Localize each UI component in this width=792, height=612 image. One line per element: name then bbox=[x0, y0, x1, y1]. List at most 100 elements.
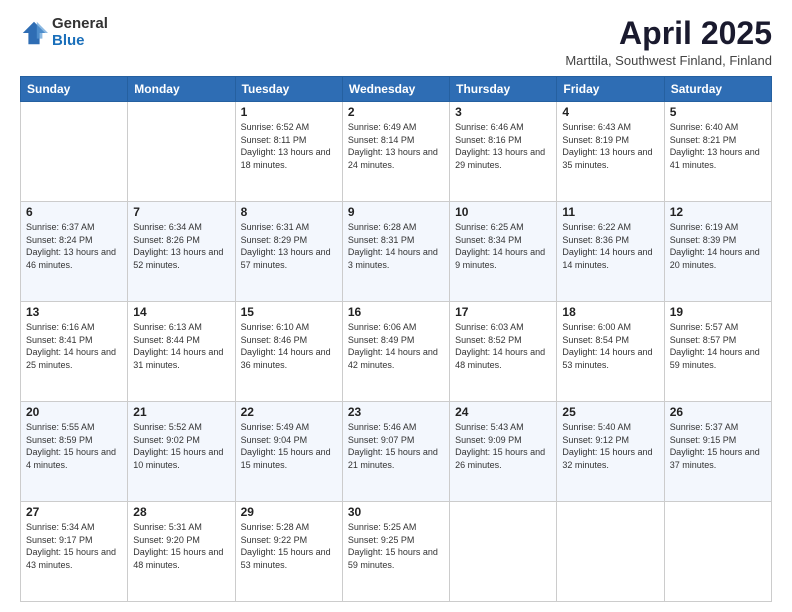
day-number: 7 bbox=[133, 205, 229, 219]
header: General Blue April 2025 Marttila, Southw… bbox=[20, 16, 772, 68]
table-row: 25 Sunrise: 5:40 AMSunset: 9:12 PMDaylig… bbox=[557, 402, 664, 502]
week-row-3: 13 Sunrise: 6:16 AMSunset: 8:41 PMDaylig… bbox=[21, 302, 772, 402]
table-row: 21 Sunrise: 5:52 AMSunset: 9:02 PMDaylig… bbox=[128, 402, 235, 502]
day-number: 20 bbox=[26, 405, 122, 419]
table-row: 28 Sunrise: 5:31 AMSunset: 9:20 PMDaylig… bbox=[128, 502, 235, 602]
table-row: 2 Sunrise: 6:49 AMSunset: 8:14 PMDayligh… bbox=[342, 102, 449, 202]
cell-info: Sunrise: 5:25 AMSunset: 9:25 PMDaylight:… bbox=[348, 522, 438, 570]
cell-info: Sunrise: 6:31 AMSunset: 8:29 PMDaylight:… bbox=[241, 222, 331, 270]
table-row: 12 Sunrise: 6:19 AMSunset: 8:39 PMDaylig… bbox=[664, 202, 771, 302]
cell-info: Sunrise: 5:34 AMSunset: 9:17 PMDaylight:… bbox=[26, 522, 116, 570]
week-row-4: 20 Sunrise: 5:55 AMSunset: 8:59 PMDaylig… bbox=[21, 402, 772, 502]
cell-info: Sunrise: 6:03 AMSunset: 8:52 PMDaylight:… bbox=[455, 322, 545, 370]
cell-info: Sunrise: 6:37 AMSunset: 8:24 PMDaylight:… bbox=[26, 222, 116, 270]
cell-info: Sunrise: 5:49 AMSunset: 9:04 PMDaylight:… bbox=[241, 422, 331, 470]
table-row bbox=[664, 502, 771, 602]
cell-info: Sunrise: 5:28 AMSunset: 9:22 PMDaylight:… bbox=[241, 522, 331, 570]
day-number: 1 bbox=[241, 105, 337, 119]
cell-info: Sunrise: 5:46 AMSunset: 9:07 PMDaylight:… bbox=[348, 422, 438, 470]
cell-info: Sunrise: 6:13 AMSunset: 8:44 PMDaylight:… bbox=[133, 322, 223, 370]
cell-info: Sunrise: 6:22 AMSunset: 8:36 PMDaylight:… bbox=[562, 222, 652, 270]
table-row: 18 Sunrise: 6:00 AMSunset: 8:54 PMDaylig… bbox=[557, 302, 664, 402]
table-row: 6 Sunrise: 6:37 AMSunset: 8:24 PMDayligh… bbox=[21, 202, 128, 302]
table-row: 5 Sunrise: 6:40 AMSunset: 8:21 PMDayligh… bbox=[664, 102, 771, 202]
table-row: 27 Sunrise: 5:34 AMSunset: 9:17 PMDaylig… bbox=[21, 502, 128, 602]
day-number: 15 bbox=[241, 305, 337, 319]
cell-info: Sunrise: 6:10 AMSunset: 8:46 PMDaylight:… bbox=[241, 322, 331, 370]
day-number: 5 bbox=[670, 105, 766, 119]
cell-info: Sunrise: 6:49 AMSunset: 8:14 PMDaylight:… bbox=[348, 122, 438, 170]
col-saturday: Saturday bbox=[664, 77, 771, 102]
day-number: 17 bbox=[455, 305, 551, 319]
table-row: 30 Sunrise: 5:25 AMSunset: 9:25 PMDaylig… bbox=[342, 502, 449, 602]
table-row: 20 Sunrise: 5:55 AMSunset: 8:59 PMDaylig… bbox=[21, 402, 128, 502]
logo-text: General Blue bbox=[52, 16, 108, 49]
table-row bbox=[450, 502, 557, 602]
cell-info: Sunrise: 6:16 AMSunset: 8:41 PMDaylight:… bbox=[26, 322, 116, 370]
day-number: 13 bbox=[26, 305, 122, 319]
cell-info: Sunrise: 6:19 AMSunset: 8:39 PMDaylight:… bbox=[670, 222, 760, 270]
day-number: 22 bbox=[241, 405, 337, 419]
col-sunday: Sunday bbox=[21, 77, 128, 102]
day-number: 14 bbox=[133, 305, 229, 319]
cell-info: Sunrise: 6:06 AMSunset: 8:49 PMDaylight:… bbox=[348, 322, 438, 370]
table-row: 8 Sunrise: 6:31 AMSunset: 8:29 PMDayligh… bbox=[235, 202, 342, 302]
table-row: 1 Sunrise: 6:52 AMSunset: 8:11 PMDayligh… bbox=[235, 102, 342, 202]
day-number: 8 bbox=[241, 205, 337, 219]
col-wednesday: Wednesday bbox=[342, 77, 449, 102]
cell-info: Sunrise: 6:00 AMSunset: 8:54 PMDaylight:… bbox=[562, 322, 652, 370]
table-row: 23 Sunrise: 5:46 AMSunset: 9:07 PMDaylig… bbox=[342, 402, 449, 502]
day-number: 12 bbox=[670, 205, 766, 219]
day-number: 16 bbox=[348, 305, 444, 319]
table-row: 24 Sunrise: 5:43 AMSunset: 9:09 PMDaylig… bbox=[450, 402, 557, 502]
table-row: 15 Sunrise: 6:10 AMSunset: 8:46 PMDaylig… bbox=[235, 302, 342, 402]
day-number: 3 bbox=[455, 105, 551, 119]
table-row: 17 Sunrise: 6:03 AMSunset: 8:52 PMDaylig… bbox=[450, 302, 557, 402]
month-title: April 2025 bbox=[565, 16, 772, 51]
table-row: 13 Sunrise: 6:16 AMSunset: 8:41 PMDaylig… bbox=[21, 302, 128, 402]
calendar-table: Sunday Monday Tuesday Wednesday Thursday… bbox=[20, 76, 772, 602]
table-row: 26 Sunrise: 5:37 AMSunset: 9:15 PMDaylig… bbox=[664, 402, 771, 502]
calendar-header-row: Sunday Monday Tuesday Wednesday Thursday… bbox=[21, 77, 772, 102]
cell-info: Sunrise: 5:37 AMSunset: 9:15 PMDaylight:… bbox=[670, 422, 760, 470]
cell-info: Sunrise: 6:34 AMSunset: 8:26 PMDaylight:… bbox=[133, 222, 223, 270]
table-row: 19 Sunrise: 5:57 AMSunset: 8:57 PMDaylig… bbox=[664, 302, 771, 402]
day-number: 6 bbox=[26, 205, 122, 219]
day-number: 2 bbox=[348, 105, 444, 119]
logo-blue-text: Blue bbox=[52, 33, 108, 50]
day-number: 4 bbox=[562, 105, 658, 119]
day-number: 25 bbox=[562, 405, 658, 419]
cell-info: Sunrise: 5:55 AMSunset: 8:59 PMDaylight:… bbox=[26, 422, 116, 470]
day-number: 28 bbox=[133, 505, 229, 519]
logo-general-text: General bbox=[52, 16, 108, 33]
table-row: 29 Sunrise: 5:28 AMSunset: 9:22 PMDaylig… bbox=[235, 502, 342, 602]
cell-info: Sunrise: 6:28 AMSunset: 8:31 PMDaylight:… bbox=[348, 222, 438, 270]
table-row: 22 Sunrise: 5:49 AMSunset: 9:04 PMDaylig… bbox=[235, 402, 342, 502]
col-tuesday: Tuesday bbox=[235, 77, 342, 102]
day-number: 9 bbox=[348, 205, 444, 219]
table-row: 3 Sunrise: 6:46 AMSunset: 8:16 PMDayligh… bbox=[450, 102, 557, 202]
cell-info: Sunrise: 6:46 AMSunset: 8:16 PMDaylight:… bbox=[455, 122, 545, 170]
table-row: 9 Sunrise: 6:28 AMSunset: 8:31 PMDayligh… bbox=[342, 202, 449, 302]
table-row: 14 Sunrise: 6:13 AMSunset: 8:44 PMDaylig… bbox=[128, 302, 235, 402]
day-number: 23 bbox=[348, 405, 444, 419]
location-subtitle: Marttila, Southwest Finland, Finland bbox=[565, 53, 772, 68]
day-number: 10 bbox=[455, 205, 551, 219]
table-row: 16 Sunrise: 6:06 AMSunset: 8:49 PMDaylig… bbox=[342, 302, 449, 402]
table-row: 7 Sunrise: 6:34 AMSunset: 8:26 PMDayligh… bbox=[128, 202, 235, 302]
week-row-1: 1 Sunrise: 6:52 AMSunset: 8:11 PMDayligh… bbox=[21, 102, 772, 202]
day-number: 11 bbox=[562, 205, 658, 219]
day-number: 27 bbox=[26, 505, 122, 519]
table-row: 10 Sunrise: 6:25 AMSunset: 8:34 PMDaylig… bbox=[450, 202, 557, 302]
table-row bbox=[557, 502, 664, 602]
day-number: 18 bbox=[562, 305, 658, 319]
table-row: 4 Sunrise: 6:43 AMSunset: 8:19 PMDayligh… bbox=[557, 102, 664, 202]
cell-info: Sunrise: 5:43 AMSunset: 9:09 PMDaylight:… bbox=[455, 422, 545, 470]
week-row-5: 27 Sunrise: 5:34 AMSunset: 9:17 PMDaylig… bbox=[21, 502, 772, 602]
day-number: 30 bbox=[348, 505, 444, 519]
day-number: 29 bbox=[241, 505, 337, 519]
week-row-2: 6 Sunrise: 6:37 AMSunset: 8:24 PMDayligh… bbox=[21, 202, 772, 302]
col-friday: Friday bbox=[557, 77, 664, 102]
cell-info: Sunrise: 6:25 AMSunset: 8:34 PMDaylight:… bbox=[455, 222, 545, 270]
cell-info: Sunrise: 5:52 AMSunset: 9:02 PMDaylight:… bbox=[133, 422, 223, 470]
